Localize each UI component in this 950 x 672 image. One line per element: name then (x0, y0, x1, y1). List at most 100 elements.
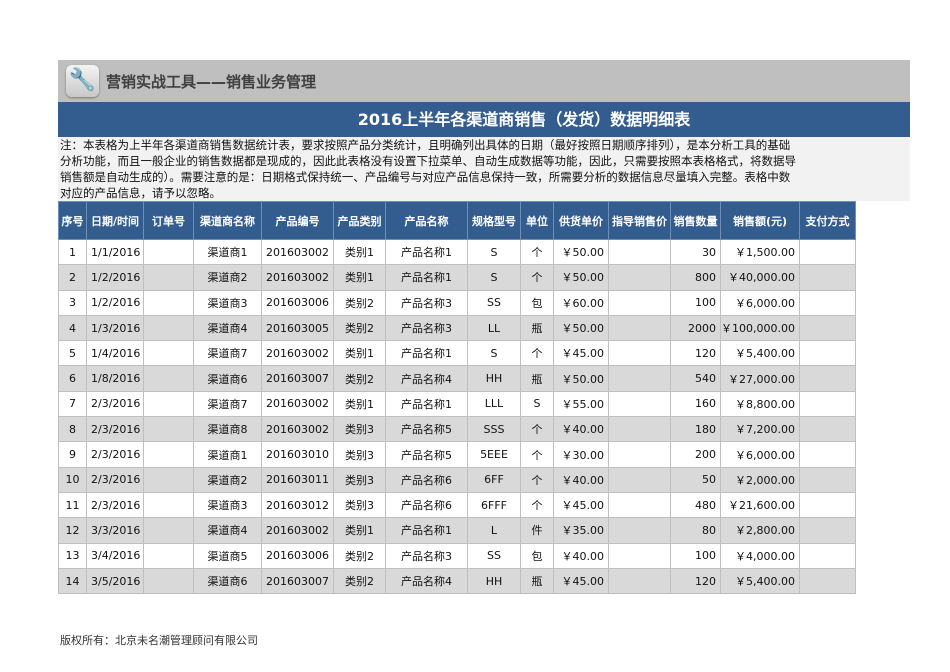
table-cell[interactable]: 产品名称1 (385, 517, 468, 544)
table-cell[interactable]: ￥45.00 (553, 491, 609, 519)
table-cell[interactable]: 201603011 (261, 466, 334, 493)
table-cell[interactable]: 1/4/2016 (86, 340, 144, 367)
table-cell[interactable]: ￥5,400.00 (720, 567, 800, 595)
table-cell[interactable] (798, 567, 856, 595)
table-cell[interactable] (798, 416, 856, 443)
table-cell[interactable]: 160 (670, 390, 721, 418)
table-cell[interactable]: 包 (520, 542, 554, 569)
table-cell[interactable] (608, 416, 671, 443)
table-cell[interactable]: 类别3 (333, 416, 386, 443)
table-cell[interactable] (798, 390, 856, 418)
table-cell[interactable] (798, 542, 856, 569)
table-cell[interactable]: ￥50.00 (553, 238, 609, 266)
table-cell[interactable]: 渠道商1 (193, 238, 262, 266)
table-cell[interactable]: 100 (670, 289, 721, 316)
table-cell[interactable]: ￥100,000.00 (720, 314, 800, 342)
table-cell[interactable]: ￥4,000.00 (720, 542, 800, 569)
table-cell[interactable] (798, 517, 856, 544)
column-header[interactable]: 销售数量 (670, 201, 721, 240)
table-cell[interactable] (143, 238, 194, 266)
table-cell[interactable]: 2/3/2016 (86, 466, 144, 493)
table-cell[interactable]: ￥30.00 (553, 441, 609, 468)
table-cell[interactable]: 类别2 (333, 314, 386, 342)
table-cell[interactable]: 产品名称1 (385, 390, 468, 418)
table-cell[interactable]: 201603010 (261, 441, 334, 468)
table-cell[interactable]: S (520, 390, 554, 418)
table-cell[interactable] (798, 264, 856, 291)
table-cell[interactable] (608, 542, 671, 569)
table-cell[interactable]: 渠道商3 (193, 491, 262, 519)
table-cell[interactable]: 渠道商8 (193, 416, 262, 443)
table-cell[interactable] (608, 365, 671, 392)
table-cell[interactable]: 201603002 (261, 390, 334, 418)
table-cell[interactable]: 6FFF (467, 491, 521, 519)
table-cell[interactable]: ￥35.00 (553, 517, 609, 544)
table-cell[interactable]: 类别1 (333, 340, 386, 367)
table-cell[interactable] (143, 567, 194, 595)
column-header[interactable]: 序号 (58, 201, 87, 240)
table-cell[interactable] (143, 365, 194, 392)
table-cell[interactable] (143, 466, 194, 493)
table-cell[interactable]: 201603007 (261, 365, 334, 392)
table-cell[interactable]: 类别1 (333, 390, 386, 418)
table-cell[interactable]: 9 (58, 441, 87, 468)
column-header[interactable]: 产品类别 (333, 201, 386, 240)
table-cell[interactable]: S (467, 340, 521, 367)
table-cell[interactable]: ￥6,000.00 (720, 289, 800, 316)
table-cell[interactable] (798, 491, 856, 519)
table-cell[interactable]: 类别3 (333, 491, 386, 519)
table-cell[interactable]: 产品名称3 (385, 289, 468, 316)
table-cell[interactable] (143, 441, 194, 468)
table-cell[interactable] (143, 491, 194, 519)
table-cell[interactable]: ￥5,400.00 (720, 340, 800, 367)
table-cell[interactable]: 产品名称1 (385, 238, 468, 266)
table-cell[interactable]: 瓶 (520, 314, 554, 342)
table-cell[interactable] (608, 491, 671, 519)
table-cell[interactable]: 2/3/2016 (86, 390, 144, 418)
table-cell[interactable]: 产品名称3 (385, 542, 468, 569)
table-cell[interactable]: 产品名称4 (385, 365, 468, 392)
table-cell[interactable]: 1/2/2016 (86, 289, 144, 316)
table-cell[interactable] (608, 264, 671, 291)
table-cell[interactable] (143, 390, 194, 418)
table-cell[interactable] (798, 365, 856, 392)
table-cell[interactable]: S (467, 238, 521, 266)
table-cell[interactable] (798, 314, 856, 342)
table-cell[interactable]: ￥27,000.00 (720, 365, 800, 392)
table-cell[interactable]: 540 (670, 365, 721, 392)
table-cell[interactable] (608, 517, 671, 544)
table-cell[interactable]: 个 (520, 264, 554, 291)
table-cell[interactable]: 2000 (670, 314, 721, 342)
table-cell[interactable]: LL (467, 314, 521, 342)
table-cell[interactable]: 11 (58, 491, 87, 519)
table-cell[interactable]: ￥1,500.00 (720, 238, 800, 266)
table-cell[interactable]: 201603002 (261, 264, 334, 291)
table-cell[interactable] (798, 441, 856, 468)
column-header[interactable]: 渠道商名称 (193, 201, 262, 240)
table-cell[interactable]: 类别1 (333, 517, 386, 544)
table-cell[interactable]: 12 (58, 517, 87, 544)
table-cell[interactable] (143, 517, 194, 544)
table-cell[interactable]: 渠道商5 (193, 542, 262, 569)
table-cell[interactable]: 201603006 (261, 542, 334, 569)
table-cell[interactable]: ￥50.00 (553, 365, 609, 392)
table-cell[interactable]: 201603002 (261, 340, 334, 367)
table-cell[interactable]: 3 (58, 289, 87, 316)
table-cell[interactable]: 2/3/2016 (86, 416, 144, 443)
table-cell[interactable]: 产品名称6 (385, 466, 468, 493)
table-cell[interactable]: 201603005 (261, 314, 334, 342)
table-cell[interactable]: 50 (670, 466, 721, 493)
table-cell[interactable]: 3/3/2016 (86, 517, 144, 544)
table-cell[interactable]: 产品名称5 (385, 441, 468, 468)
table-cell[interactable]: 渠道商4 (193, 517, 262, 544)
table-cell[interactable]: 120 (670, 340, 721, 367)
table-cell[interactable]: 2/3/2016 (86, 441, 144, 468)
table-cell[interactable]: 瓶 (520, 567, 554, 595)
table-cell[interactable] (608, 340, 671, 367)
table-cell[interactable]: 100 (670, 542, 721, 569)
table-cell[interactable]: 80 (670, 517, 721, 544)
table-cell[interactable]: ￥55.00 (553, 390, 609, 418)
table-cell[interactable]: ￥2,000.00 (720, 466, 800, 493)
table-cell[interactable]: 4 (58, 314, 87, 342)
table-cell[interactable]: LLL (467, 390, 521, 418)
